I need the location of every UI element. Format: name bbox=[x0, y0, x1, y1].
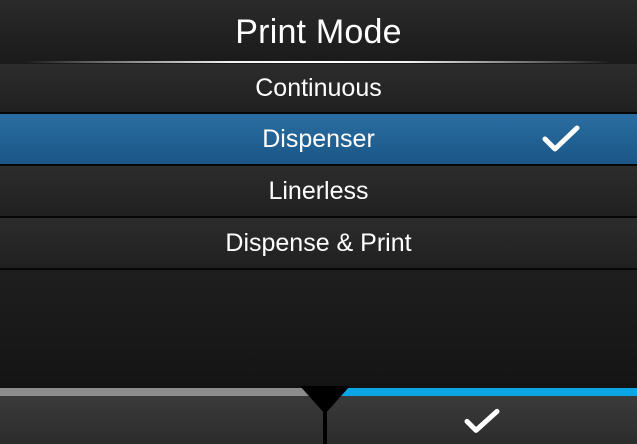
empty-list-area bbox=[0, 272, 637, 388]
option-linerless[interactable]: Linerless bbox=[0, 166, 637, 218]
option-continuous[interactable]: Continuous bbox=[0, 64, 637, 114]
check-icon bbox=[464, 408, 500, 433]
print-mode-screen: Print Mode Continuous Dispenser Linerles… bbox=[0, 0, 637, 444]
title-underline bbox=[25, 61, 612, 63]
title-bar: Print Mode bbox=[0, 0, 637, 64]
soft-key-pointer bbox=[300, 386, 350, 414]
option-label: Linerless bbox=[268, 176, 369, 205]
option-label: Continuous bbox=[255, 73, 382, 102]
print-mode-option-list: Continuous Dispenser Linerless Dispense … bbox=[0, 64, 637, 270]
check-icon bbox=[542, 125, 580, 152]
option-label: Dispense & Print bbox=[225, 228, 412, 257]
page-title: Print Mode bbox=[235, 13, 402, 51]
option-dispenser[interactable]: Dispenser bbox=[0, 114, 637, 166]
ok-soft-key[interactable] bbox=[327, 388, 637, 444]
back-soft-key[interactable] bbox=[0, 388, 323, 444]
option-dispense-and-print[interactable]: Dispense & Print bbox=[0, 218, 637, 270]
